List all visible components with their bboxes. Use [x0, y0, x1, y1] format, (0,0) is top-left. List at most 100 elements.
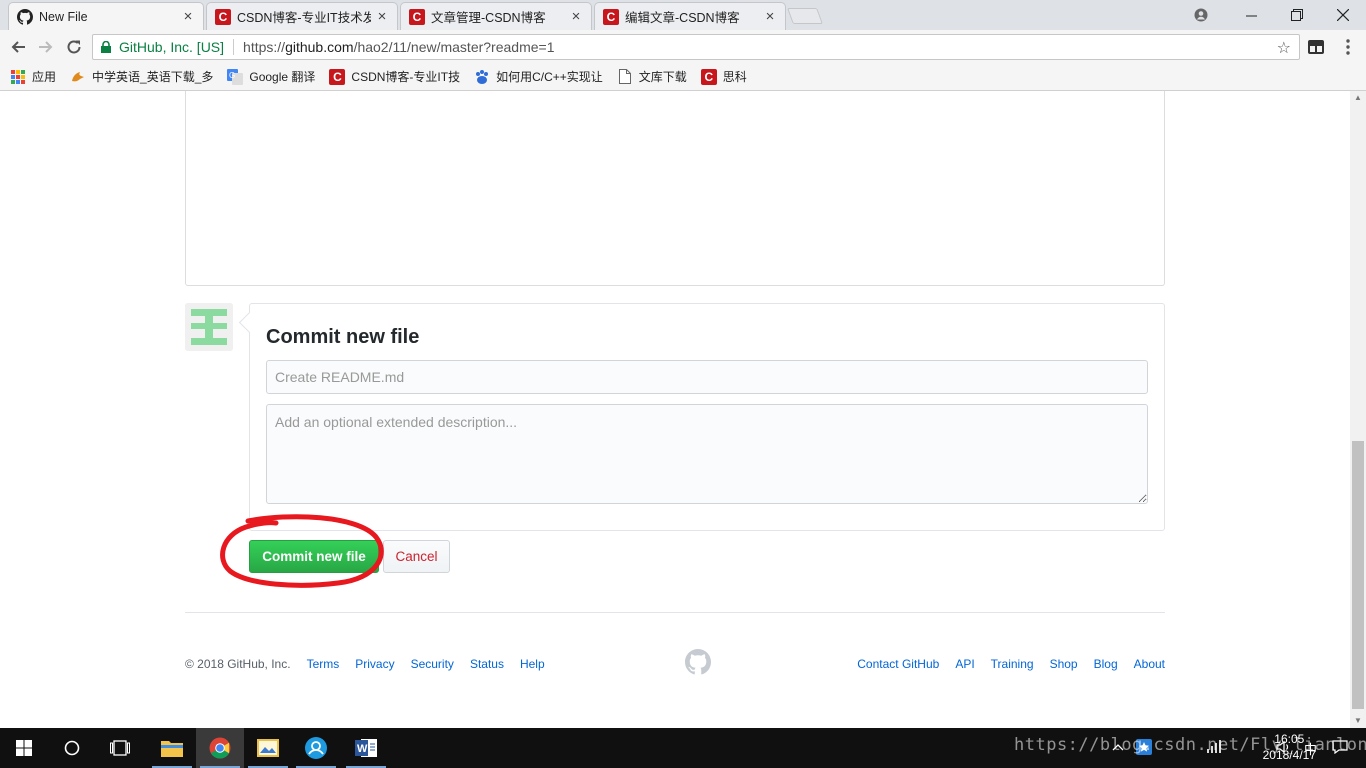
csdn-icon: C [215, 8, 231, 25]
scroll-down-icon[interactable]: ▼ [1350, 714, 1366, 728]
bookmark-english[interactable]: 中学英语_英语下载_多 [70, 68, 213, 85]
github-icon [17, 8, 33, 25]
browser-toolbar: GitHub, Inc. [US] https://github.com/hao… [0, 30, 1366, 63]
tab-new-file[interactable]: New File × [8, 2, 204, 30]
bookmark-label: 思科 [722, 70, 747, 84]
footer-link-api[interactable]: API [955, 657, 974, 671]
taskbar-word[interactable]: W [342, 728, 390, 768]
file-editor[interactable] [185, 91, 1165, 286]
footer-left: © 2018 GitHub, Inc. Terms Privacy Securi… [185, 657, 561, 671]
search-circle-icon [64, 740, 80, 756]
csdn-icon: C [409, 8, 425, 25]
close-icon[interactable]: × [569, 8, 583, 25]
svg-text:W: W [357, 743, 368, 755]
page-icon [617, 69, 633, 85]
footer-link-privacy[interactable]: Privacy [355, 657, 394, 671]
bookmark-baidu[interactable]: 如何用C/C++实现让 [474, 68, 603, 85]
footer-link-blog[interactable]: Blog [1094, 657, 1118, 671]
footer-link-shop[interactable]: Shop [1050, 657, 1078, 671]
lock-icon [101, 41, 111, 53]
footer-link-about[interactable]: About [1134, 657, 1165, 671]
bookmark-wenku[interactable]: 文库下载 [617, 68, 687, 85]
footer-link-help[interactable]: Help [520, 657, 545, 671]
taskbar-image-viewer[interactable] [244, 728, 292, 768]
commit-heading: Commit new file [266, 326, 420, 348]
menu-icon[interactable] [1336, 35, 1360, 59]
scroll-up-icon[interactable]: ▲ [1350, 91, 1366, 105]
footer-copyright: © 2018 GitHub, Inc. [185, 657, 291, 671]
taskbar-chrome[interactable] [196, 728, 244, 768]
extension-icon[interactable] [1304, 35, 1328, 59]
close-window-icon[interactable] [1320, 0, 1366, 30]
commit-form: Commit new file [249, 303, 1165, 531]
restore-icon[interactable] [1274, 0, 1320, 30]
taskbar-file-explorer[interactable] [148, 728, 196, 768]
csdn-icon: C [700, 68, 717, 85]
minimize-icon[interactable] [1228, 0, 1274, 30]
search-button[interactable] [48, 728, 96, 768]
reload-icon[interactable] [62, 35, 86, 59]
close-icon[interactable]: × [181, 8, 195, 25]
image-viewer-icon [257, 739, 279, 757]
footer-link-terms[interactable]: Terms [307, 657, 340, 671]
taskbar-qq-app[interactable] [292, 728, 340, 768]
omnibox-divider [233, 39, 235, 55]
address-bar[interactable]: GitHub, Inc. [US] https://github.com/hao… [92, 34, 1300, 60]
cancel-button[interactable]: Cancel [383, 540, 450, 573]
tab-title: CSDN博客-专业IT技术发 [237, 11, 371, 25]
footer-right: Contact GitHub API Training Shop Blog Ab… [857, 657, 1165, 671]
footer-link-security[interactable]: Security [411, 657, 454, 671]
close-icon[interactable]: × [763, 8, 777, 25]
bookmark-label: CSDN博客-专业IT技 [351, 70, 461, 84]
commit-summary-input[interactable] [266, 360, 1148, 394]
bookmark-label: 如何用C/C++实现让 [496, 70, 603, 84]
tab-strip: New File × C CSDN博客-专业IT技术发 × C 文章管理-CSD… [0, 0, 1366, 30]
url-text[interactable]: https://github.com/hao2/11/new/master?re… [243, 39, 554, 55]
back-icon[interactable] [6, 35, 30, 59]
contacts-app-icon [305, 737, 327, 759]
bookmark-google-translate[interactable]: G Google 翻译 [227, 68, 315, 85]
svg-text:G: G [229, 71, 235, 80]
profile-icon[interactable] [1178, 0, 1224, 30]
bookmark-label: 应用 [32, 70, 57, 84]
tab-csdn-manage[interactable]: C 文章管理-CSDN博客 × [400, 2, 592, 30]
folder-bird-icon [70, 69, 86, 85]
bookmark-label: 中学英语_英语下载_多 [92, 70, 214, 84]
footer-link-training[interactable]: Training [991, 657, 1034, 671]
start-button[interactable] [0, 728, 48, 768]
new-tab-button[interactable] [787, 8, 823, 24]
task-view-icon [110, 740, 130, 756]
blog-watermark: https://blog.csdn.net/Fly_lianlong [1014, 735, 1366, 755]
bookmark-apps[interactable]: 应用 [10, 68, 56, 85]
bookmark-cisco[interactable]: C 思科 [700, 68, 747, 85]
page-scrollbar[interactable]: ▲ ▼ [1350, 91, 1366, 728]
tab-title: New File [39, 9, 88, 24]
google-translate-icon: G [227, 68, 244, 85]
tab-title: 编辑文章-CSDN博客 [625, 11, 740, 25]
csdn-icon: C [603, 8, 619, 25]
bookmark-csdn[interactable]: C CSDN博客-专业IT技 [329, 68, 460, 85]
close-icon[interactable]: × [375, 8, 389, 25]
scroll-thumb[interactable] [1352, 441, 1364, 709]
forward-icon[interactable] [34, 35, 58, 59]
github-mark-icon[interactable] [685, 649, 711, 675]
baidu-paw-icon [474, 69, 490, 85]
secure-label: GitHub, Inc. [US] [119, 39, 225, 55]
avatar[interactable] [185, 303, 233, 351]
word-icon: W [355, 739, 377, 757]
chrome-icon [209, 737, 231, 759]
windows-logo-icon [16, 740, 32, 756]
footer-link-contact[interactable]: Contact GitHub [857, 657, 939, 671]
tab-title: 文章管理-CSDN博客 [431, 11, 546, 25]
url-host: github.com [285, 39, 354, 55]
csdn-icon: C [329, 68, 346, 85]
commit-description-textarea[interactable] [266, 404, 1148, 504]
tab-csdn-home[interactable]: C CSDN博客-专业IT技术发 × [206, 2, 398, 30]
apps-icon [10, 69, 26, 85]
tab-csdn-edit[interactable]: C 编辑文章-CSDN博客 × [594, 2, 786, 30]
task-view-button[interactable] [96, 728, 144, 768]
footer-link-status[interactable]: Status [470, 657, 504, 671]
bookmark-star-icon[interactable]: ☆ [1277, 38, 1291, 58]
bookmark-label: Google 翻译 [249, 70, 316, 84]
folder-icon [161, 741, 183, 757]
